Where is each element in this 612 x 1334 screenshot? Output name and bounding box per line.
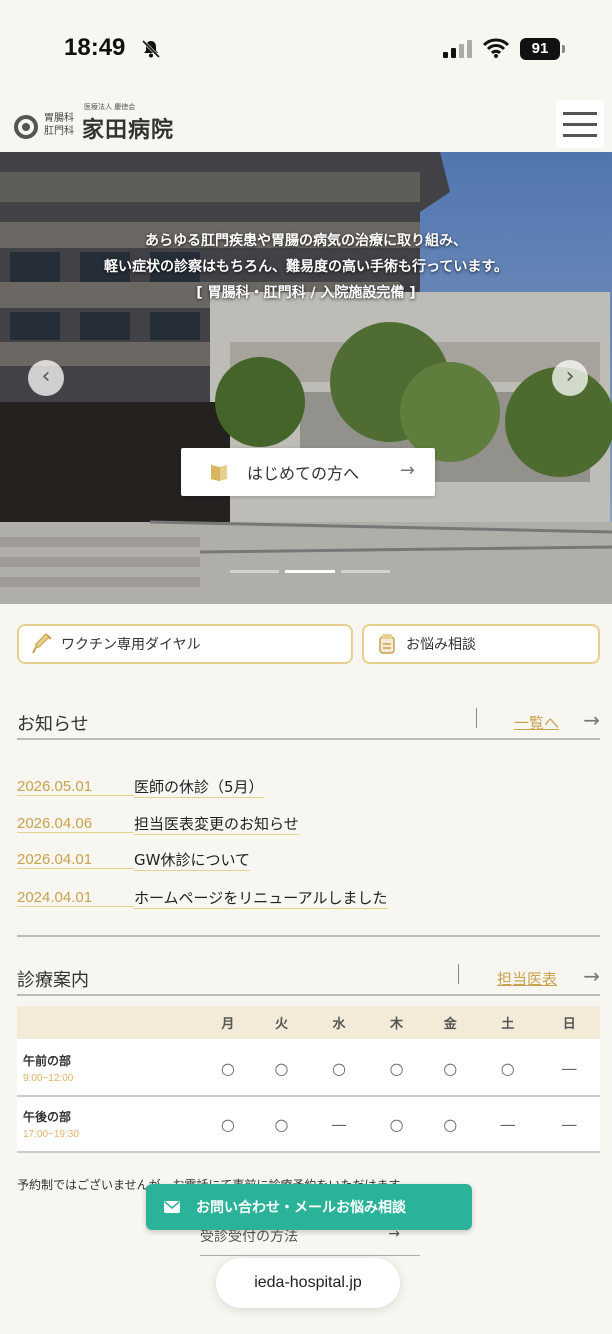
status-bar: 18:49 91 (0, 0, 612, 96)
arrow-right-icon[interactable]: → (583, 964, 600, 988)
reception-method-link[interactable]: 受診受付の方法 → (200, 1226, 420, 1256)
doctors-schedule-link[interactable]: 担当医表 (497, 968, 557, 989)
schedule-cell: ○ (201, 1039, 255, 1097)
battery-indicator: 91 (520, 38, 565, 60)
site-header: 胃腸科 肛門科 医療法人 慶徳会 家田病院 (0, 96, 612, 152)
day-header: 金 (423, 1006, 478, 1040)
news-item[interactable]: 2024.04.01 ホームページをリニューアルしました (17, 883, 517, 913)
schedule-cell: ○ (254, 1039, 309, 1097)
schedule-cell: — (538, 1039, 600, 1097)
first-visit-label: はじめての方へ (247, 464, 360, 483)
day-header: 水 (308, 1006, 370, 1040)
first-visit-button[interactable]: はじめての方へ → (181, 448, 435, 496)
book-icon (211, 465, 227, 481)
syringe-icon (32, 633, 52, 654)
schedule-cell: — (308, 1095, 370, 1153)
news-date: 2026.04.01 (17, 851, 134, 869)
schedule-cell: ○ (423, 1095, 478, 1153)
table-row: 午前の部 9:00~12:00 ○ ○ ○ ○ ○ ○ — (17, 1039, 600, 1097)
consultation-button[interactable]: お悩み相談 (362, 624, 600, 664)
table-row: 午後の部 17:00~19:30 ○ ○ — ○ ○ — — (17, 1095, 600, 1153)
schedule-cell: ○ (477, 1039, 539, 1097)
schedule-cell: — (538, 1095, 600, 1153)
hero-dot-active[interactable] (285, 570, 335, 573)
hero-dot[interactable] (340, 570, 390, 573)
news-date: 2026.05.01 (17, 778, 134, 796)
news-title-link[interactable]: GW休診について (134, 849, 251, 871)
hero-next-arrow-icon[interactable]: › (552, 360, 588, 396)
day-header: 土 (477, 1006, 539, 1040)
hero-caption: あらゆる肛門疾患や胃腸の病気の治療に取り組み、 軽い症状の診察はもちろん、難易度… (104, 233, 508, 301)
news-list-link[interactable]: 一覧へ (514, 712, 559, 733)
reception-method-label: 受診受付の方法 (200, 1229, 298, 1245)
hero-pagination (230, 570, 390, 574)
hero-prev-arrow-icon[interactable]: ‹ (28, 360, 64, 396)
logo-mark-icon[interactable] (14, 115, 38, 139)
schedule-cell: ○ (201, 1095, 255, 1153)
logo-corporation: 医療法人 慶徳会 (84, 103, 136, 111)
contact-floating-button[interactable]: お問い合わせ・メールお悩み相談 (146, 1184, 472, 1230)
day-header: 月 (201, 1006, 255, 1040)
consultation-label: お悩み相談 (406, 637, 476, 653)
day-header: 火 (254, 1006, 309, 1040)
hospital-building-image (0, 152, 612, 604)
news-date: 2026.04.06 (17, 815, 134, 833)
slot-name: 午後の部 (23, 1110, 72, 1124)
consultation-hours-table: 月 火 水 木 金 土 日 午前の部 9:00~12:00 ○ ○ ○ ○ ○ … (17, 1006, 600, 1153)
news-item[interactable]: 2026.04.01 GW休診について (17, 845, 517, 875)
divider (17, 935, 600, 937)
news-item[interactable]: 2026.04.06 担当医表変更のお知らせ (17, 809, 517, 839)
vaccine-dial-label: ワクチン専用ダイヤル (61, 637, 201, 653)
schedule-section-header: 診療案内 担当医表 → (17, 960, 600, 996)
slot-hours: 17:00~19:30 (23, 1129, 79, 1140)
slot-hours: 9:00~12:00 (23, 1073, 74, 1084)
browser-url-bar[interactable]: ieda-hospital.jp (216, 1258, 400, 1308)
logo-departments: 胃腸科 肛門科 (44, 113, 74, 137)
hero-slider: あらゆる肛門疾患や胃腸の病気の治療に取り組み、 軽い症状の診察はもちろん、難易度… (0, 152, 612, 604)
schedule-cell: ○ (308, 1039, 370, 1097)
schedule-cell: ○ (369, 1039, 424, 1097)
status-time: 18:49 (64, 34, 126, 61)
schedule-title: 診療案内 (17, 970, 89, 991)
schedule-cell: ○ (254, 1095, 309, 1153)
slot-header: 午後の部 17:00~19:30 (17, 1095, 201, 1153)
news-title-link[interactable]: 医師の休診（5月） (134, 776, 264, 798)
table-header-blank (17, 1006, 201, 1040)
hero-dot[interactable] (230, 570, 280, 573)
wifi-icon (483, 38, 509, 58)
news-title: お知らせ (17, 714, 89, 735)
schedule-cell: ○ (369, 1095, 424, 1153)
divider (476, 708, 477, 728)
news-title-link[interactable]: 担当医表変更のお知らせ (134, 813, 299, 835)
news-date: 2024.04.01 (17, 889, 134, 907)
day-header: 木 (369, 1006, 424, 1040)
day-header: 日 (538, 1006, 600, 1040)
divider (458, 964, 459, 984)
slot-header: 午前の部 9:00~12:00 (17, 1039, 201, 1097)
slot-name: 午前の部 (23, 1054, 72, 1068)
contact-floating-label: お問い合わせ・メールお悩み相談 (196, 1200, 406, 1216)
consultation-icon (379, 634, 395, 654)
arrow-right-icon[interactable]: → (583, 708, 600, 732)
hamburger-menu-icon[interactable] (556, 100, 604, 148)
logo-hospital-name[interactable]: 家田病院 (82, 112, 174, 144)
signal-icon (443, 40, 472, 58)
table-header-row: 月 火 水 木 金 土 日 (17, 1006, 600, 1040)
news-title-link[interactable]: ホームページをリニューアルしました (134, 887, 388, 909)
schedule-cell: ○ (423, 1039, 478, 1097)
bell-slash-icon (141, 39, 161, 59)
news-section-header: お知らせ 一覧へ → (17, 704, 600, 740)
news-item[interactable]: 2026.05.01 医師の休診（5月） (17, 772, 517, 802)
vaccine-dial-button[interactable]: ワクチン専用ダイヤル (17, 624, 353, 664)
arrow-right-icon: → (399, 460, 415, 481)
schedule-cell: — (477, 1095, 539, 1153)
mail-icon (164, 1201, 180, 1213)
